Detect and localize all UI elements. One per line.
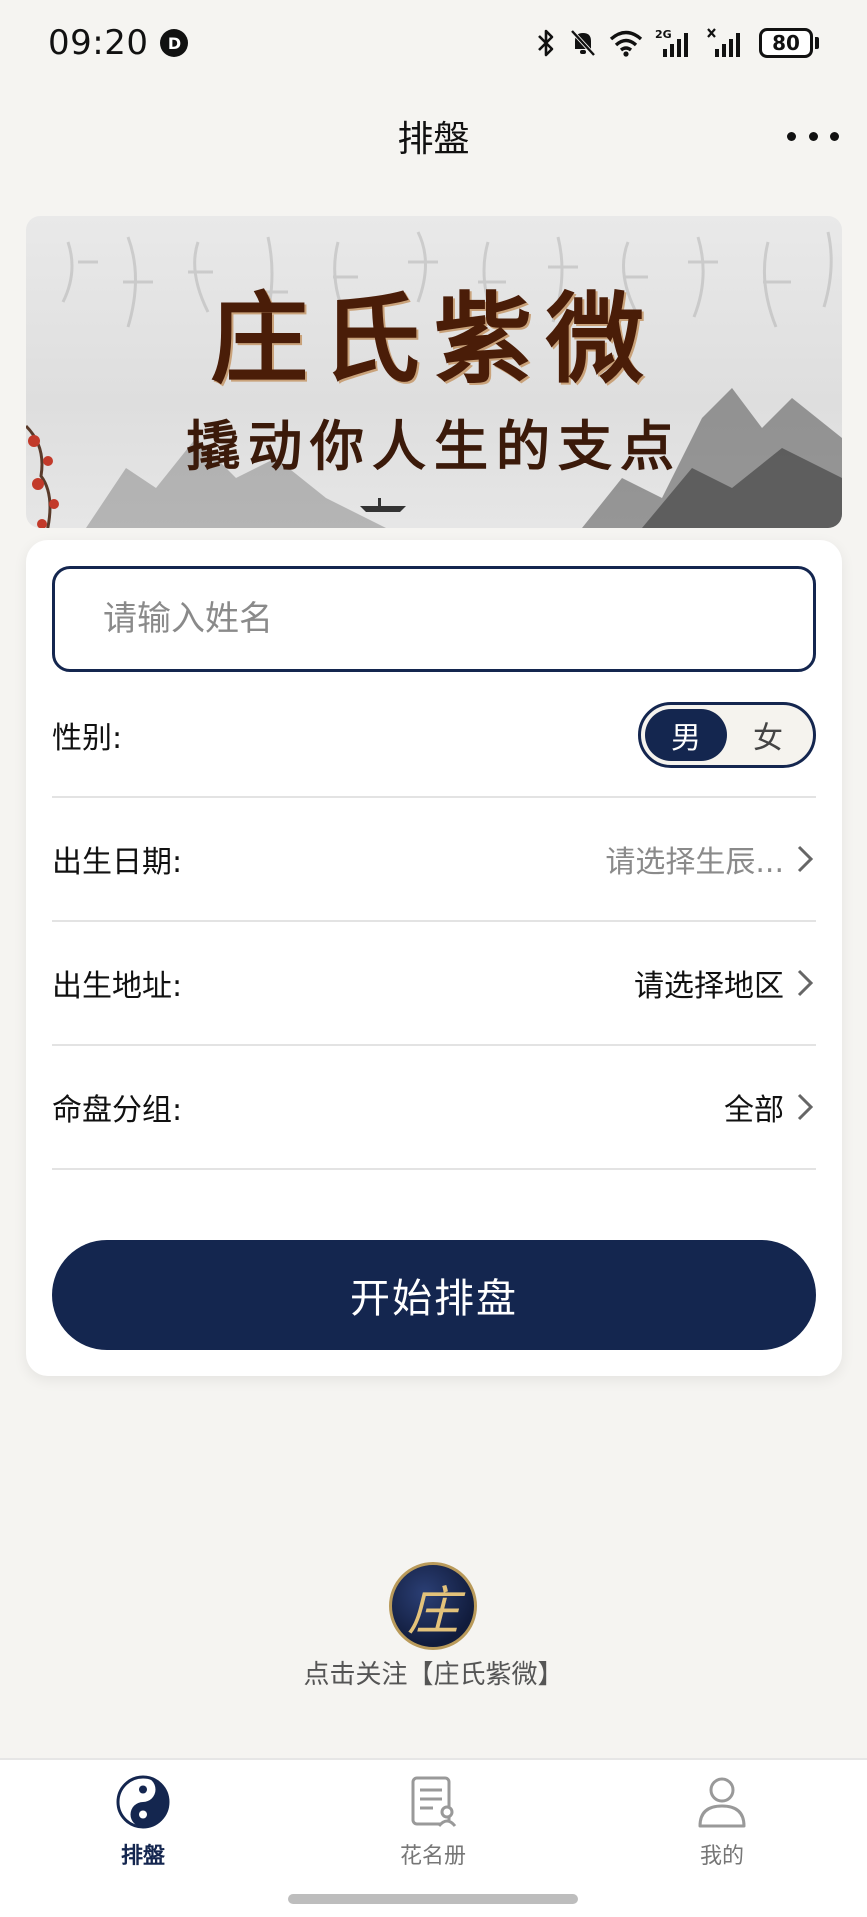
more-menu-icon[interactable] bbox=[787, 118, 839, 154]
signal-nosim-icon bbox=[707, 28, 740, 57]
banner: 庄氏紫微 撬动你人生的支点 bbox=[26, 216, 842, 528]
status-bar: 09:20 D 2G 80 bbox=[0, 0, 867, 86]
follow-link[interactable]: 点击关注【庄氏紫微】 bbox=[0, 1654, 867, 1691]
birth-place-label: 出生地址: bbox=[52, 969, 183, 1004]
mute-bell-icon bbox=[570, 29, 596, 57]
chevron-right-icon bbox=[797, 845, 814, 873]
roster-icon bbox=[411, 1776, 457, 1827]
banner-slogan: 撬动你人生的支点 bbox=[186, 414, 682, 478]
chevron-right-icon bbox=[797, 969, 814, 997]
chart-group-picker[interactable]: 全部 bbox=[724, 1085, 816, 1129]
chart-group-row[interactable]: 命盘分组: 全部 bbox=[52, 1046, 816, 1170]
banner-title: 庄氏紫微 bbox=[209, 282, 658, 397]
tab-profile-label: 我的 bbox=[699, 1844, 744, 1869]
nav-bar: 排盤 bbox=[0, 96, 867, 176]
birth-place-row[interactable]: 出生地址: 请选择地区 bbox=[52, 922, 816, 1046]
gender-toggle[interactable]: 男 女 bbox=[638, 702, 816, 768]
tab-chart[interactable]: 排盤 bbox=[43, 1774, 243, 1884]
tab-profile[interactable]: 我的 bbox=[622, 1774, 822, 1884]
name-input[interactable] bbox=[103, 599, 813, 639]
birth-date-value: 请选择生辰... bbox=[605, 845, 784, 880]
wifi-icon bbox=[609, 30, 643, 57]
birth-place-picker[interactable]: 请选择地区 bbox=[634, 961, 816, 1005]
battery-level: 80 bbox=[759, 28, 813, 58]
birth-place-value: 请选择地区 bbox=[634, 969, 784, 1004]
birth-date-label: 出生日期: bbox=[52, 845, 183, 880]
tab-roster-label: 花名册 bbox=[399, 1844, 466, 1869]
signal-2g-icon: 2G bbox=[655, 28, 688, 57]
start-chart-button[interactable]: 开始排盘 bbox=[52, 1240, 816, 1350]
user-icon bbox=[698, 1777, 746, 1828]
chart-group-value: 全部 bbox=[724, 1093, 784, 1128]
battery-icon: 80 bbox=[759, 28, 819, 58]
yin-yang-icon bbox=[116, 1775, 170, 1829]
battery-tip bbox=[815, 37, 819, 49]
birth-date-row[interactable]: 出生日期: 请选择生辰... bbox=[52, 798, 816, 922]
chart-form-card: 性别: 男 女 出生日期: 请选择生辰... 出生地址: 请选择地区 命盘分组:… bbox=[26, 540, 842, 1376]
chevron-right-icon bbox=[797, 1093, 814, 1121]
bluetooth-icon bbox=[538, 29, 554, 57]
tab-roster[interactable]: 花名册 bbox=[333, 1774, 533, 1884]
brand-logo[interactable]: 庄 bbox=[389, 1562, 477, 1650]
page-title: 排盤 bbox=[397, 119, 470, 160]
tab-chart-label: 排盤 bbox=[120, 1844, 165, 1869]
gender-row: 性别: 男 女 bbox=[52, 674, 816, 798]
birth-date-picker[interactable]: 请选择生辰... bbox=[605, 837, 816, 881]
name-input-container bbox=[52, 566, 816, 672]
gender-label: 性别: bbox=[52, 721, 123, 756]
app-notification-icon: D bbox=[160, 29, 189, 57]
status-time: 09:20 bbox=[48, 23, 149, 63]
chart-group-label: 命盘分组: bbox=[52, 1093, 183, 1128]
status-left: 09:20 D bbox=[48, 23, 189, 63]
gender-option-male[interactable]: 男 bbox=[645, 709, 727, 761]
status-right: 2G 80 bbox=[535, 27, 819, 59]
boat-illustration bbox=[360, 498, 406, 512]
home-indicator[interactable] bbox=[288, 1894, 578, 1904]
network-type-label: 2G bbox=[655, 28, 672, 41]
gender-option-female[interactable]: 女 bbox=[727, 709, 809, 761]
